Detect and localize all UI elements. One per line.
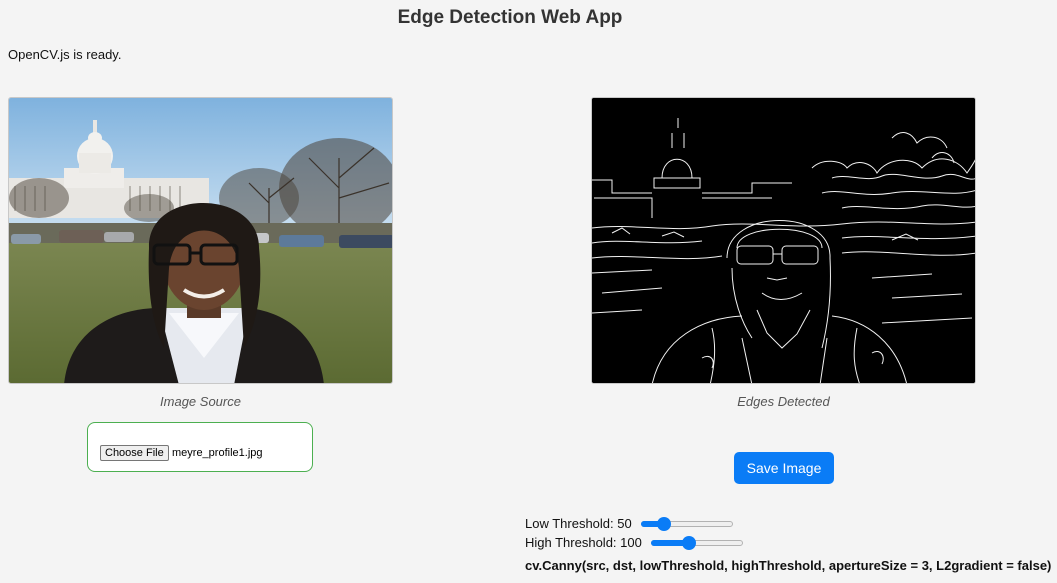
low-threshold-row: Low Threshold: 50 [525, 515, 734, 531]
low-threshold-slider[interactable] [641, 516, 734, 531]
choose-file-button[interactable]: Choose File [100, 445, 169, 461]
edges-output-canvas [591, 97, 976, 384]
high-threshold-slider[interactable] [651, 535, 744, 550]
canny-code-line: cv.Canny(src, dst, lowThreshold, highThr… [525, 558, 1052, 573]
source-image-canvas [8, 97, 393, 384]
slider-thumb[interactable] [656, 516, 671, 531]
low-threshold-label: Low Threshold: 50 [525, 515, 632, 531]
high-threshold-label: High Threshold: 100 [525, 534, 642, 550]
page-title: Edge Detection Web App [397, 7, 623, 28]
high-threshold-row: High Threshold: 100 [525, 534, 744, 550]
save-image-button[interactable]: Save Image [734, 452, 834, 484]
status-text: OpenCV.js is ready. [8, 47, 122, 62]
edges-caption: Edges Detected [737, 394, 830, 409]
file-input-container: Choose File meyre_profile1.jpg [87, 422, 313, 472]
slider-thumb[interactable] [682, 535, 697, 550]
selected-file-name: meyre_profile1.jpg [172, 447, 263, 459]
source-caption: Image Source [160, 394, 241, 409]
